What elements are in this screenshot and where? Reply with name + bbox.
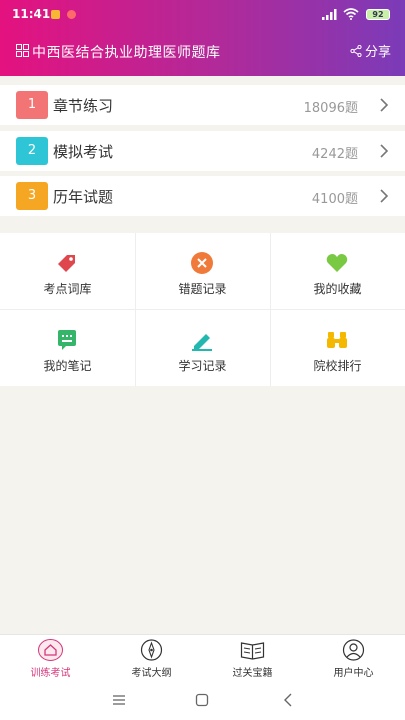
tag-icon bbox=[58, 255, 75, 272]
chevron-right-icon bbox=[380, 98, 389, 112]
tile-notes[interactable]: 我的笔记 bbox=[0, 310, 135, 386]
tab-label: 用户中心 bbox=[333, 668, 374, 679]
status-time: 11:41 bbox=[12, 7, 51, 21]
menu-icon[interactable] bbox=[111, 692, 127, 708]
category-name: 历年试题 bbox=[53, 188, 114, 206]
category-count: 4100题 bbox=[311, 192, 358, 207]
category-index-badge: 3 bbox=[16, 182, 48, 210]
bottom-tab-bar: 训练考试 考试大纲 过关宝籍 用户中心 bbox=[0, 634, 405, 680]
tab-label: 过关宝籍 bbox=[232, 668, 273, 679]
header-bar: 11:41 92 中西医结合执业助理医师题库 分享 bbox=[0, 0, 405, 76]
tile-school-ranking[interactable]: 院校排行 bbox=[270, 310, 405, 386]
tile-label: 考点词库 bbox=[43, 282, 92, 296]
system-navigation-bar bbox=[0, 680, 405, 720]
tab-user-center[interactable]: 用户中心 bbox=[303, 635, 404, 681]
tile-study-records[interactable]: 学习记录 bbox=[135, 310, 270, 386]
category-row-chapter[interactable]: 1 章节练习 18096题 bbox=[0, 85, 405, 125]
tile-label: 我的笔记 bbox=[43, 359, 92, 373]
notification-icon bbox=[51, 10, 60, 19]
category-name: 章节练习 bbox=[53, 97, 114, 115]
back-icon[interactable] bbox=[280, 692, 296, 708]
wifi-icon bbox=[343, 8, 359, 20]
tile-label: 错题记录 bbox=[178, 282, 227, 296]
home-square-icon[interactable] bbox=[194, 692, 210, 708]
status-bar: 11:41 92 bbox=[0, 0, 405, 30]
share-label: 分享 bbox=[364, 45, 391, 60]
category-index-badge: 1 bbox=[16, 91, 48, 119]
category-index-badge: 2 bbox=[16, 137, 48, 165]
category-name: 模拟考试 bbox=[53, 143, 114, 161]
book-icon bbox=[240, 642, 265, 660]
compass-icon bbox=[140, 639, 163, 661]
tab-guide-book[interactable]: 过关宝籍 bbox=[202, 635, 303, 681]
user-icon bbox=[342, 639, 365, 661]
tile-keyword-bank[interactable]: 考点词库 bbox=[0, 233, 135, 309]
tile-label: 学习记录 bbox=[178, 359, 227, 373]
category-count: 18096题 bbox=[303, 101, 358, 116]
chevron-right-icon bbox=[380, 189, 389, 203]
heart-icon bbox=[326, 254, 348, 272]
category-row-mock-exam[interactable]: 2 模拟考试 4242题 bbox=[0, 131, 405, 171]
share-button[interactable]: 分享 bbox=[350, 41, 391, 60]
tile-wrong-records[interactable]: 错题记录 bbox=[135, 233, 270, 309]
battery-indicator: 92 bbox=[366, 9, 390, 20]
close-circle-icon bbox=[191, 252, 213, 274]
category-row-past-exams[interactable]: 3 历年试题 4100题 bbox=[0, 176, 405, 216]
tile-label: 我的收藏 bbox=[313, 282, 362, 296]
tile-label: 院校排行 bbox=[313, 359, 362, 373]
title-bar: 中西医结合执业助理医师题库 分享 bbox=[0, 36, 405, 68]
home-icon bbox=[38, 639, 63, 661]
tile-favorites[interactable]: 我的收藏 bbox=[270, 233, 405, 309]
note-icon bbox=[58, 330, 76, 350]
grid-icon[interactable] bbox=[16, 44, 29, 57]
chevron-right-icon bbox=[380, 144, 389, 158]
signal-icon bbox=[322, 9, 337, 20]
share-icon bbox=[350, 44, 362, 57]
binoculars-icon bbox=[327, 332, 347, 348]
category-count: 4242题 bbox=[311, 147, 358, 162]
notification-icon bbox=[67, 10, 76, 19]
app-title: 中西医结合执业助理医师题库 bbox=[32, 45, 221, 61]
tab-syllabus[interactable]: 考试大纲 bbox=[101, 635, 202, 681]
pen-icon bbox=[192, 334, 212, 351]
tab-training-exam[interactable]: 训练考试 bbox=[0, 635, 101, 681]
tab-label: 训练考试 bbox=[30, 668, 71, 679]
tab-label: 考试大纲 bbox=[131, 668, 172, 679]
